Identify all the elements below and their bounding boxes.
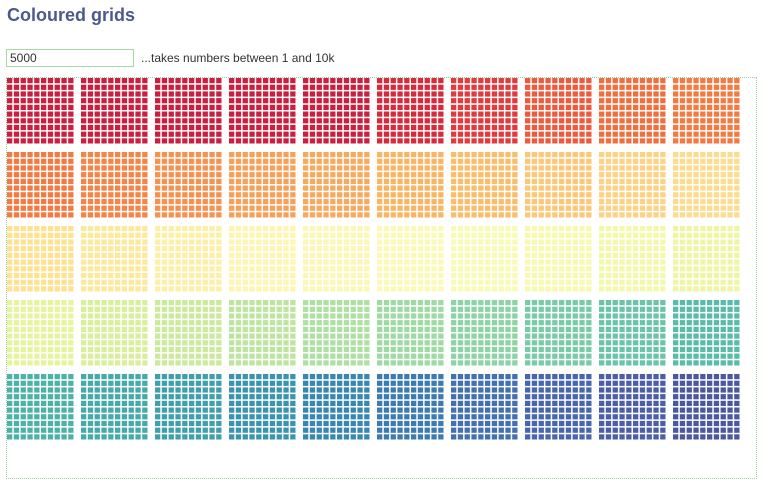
grid-block — [525, 374, 592, 440]
grid-block — [7, 300, 74, 366]
grid-block — [229, 374, 296, 440]
grid-block — [377, 374, 444, 440]
input-hint-text: ...takes numbers between 1 and 10k — [141, 51, 335, 65]
grid-block — [377, 300, 444, 366]
grid-block — [377, 152, 444, 218]
page-title: Coloured grids — [7, 5, 136, 25]
grid-block — [155, 374, 222, 440]
grid-block — [155, 300, 222, 366]
grid-block — [155, 78, 222, 144]
grid-block — [229, 152, 296, 218]
grid-block — [155, 226, 222, 292]
grid-block — [303, 374, 370, 440]
grid-block — [599, 374, 666, 440]
grid-block — [451, 374, 518, 440]
number-input[interactable] — [6, 49, 134, 67]
coloured-grid-container — [6, 77, 757, 479]
grid-block — [155, 152, 222, 218]
grid-block — [229, 78, 296, 144]
grid-block — [303, 78, 370, 144]
grid-block — [303, 152, 370, 218]
grid-block — [525, 226, 592, 292]
grid-block — [451, 300, 518, 366]
grid-block — [525, 78, 592, 144]
grid-block — [451, 152, 518, 218]
grid-block — [525, 300, 592, 366]
grid-block — [7, 374, 74, 440]
coloured-grid — [7, 78, 740, 440]
grid-block — [673, 152, 740, 218]
grid-block — [673, 374, 740, 440]
grid-block — [377, 78, 444, 144]
grid-block — [81, 374, 148, 440]
grid-block — [81, 152, 148, 218]
grid-block — [525, 152, 592, 218]
grid-block — [81, 78, 148, 144]
grid-block — [451, 78, 518, 144]
grid-block — [229, 300, 296, 366]
grid-block — [673, 226, 740, 292]
grid-block — [377, 226, 444, 292]
grid-block — [451, 226, 518, 292]
grid-block — [673, 78, 740, 144]
grid-block — [303, 300, 370, 366]
grid-block — [673, 300, 740, 366]
grid-block — [303, 226, 370, 292]
grid-block — [7, 152, 74, 218]
grid-block — [599, 300, 666, 366]
grid-block — [81, 226, 148, 292]
grid-block — [229, 226, 296, 292]
grid-block — [7, 226, 74, 292]
grid-block — [81, 300, 148, 366]
grid-block — [599, 78, 666, 144]
grid-block — [599, 152, 666, 218]
grid-block — [599, 226, 666, 292]
grid-block — [7, 78, 74, 144]
